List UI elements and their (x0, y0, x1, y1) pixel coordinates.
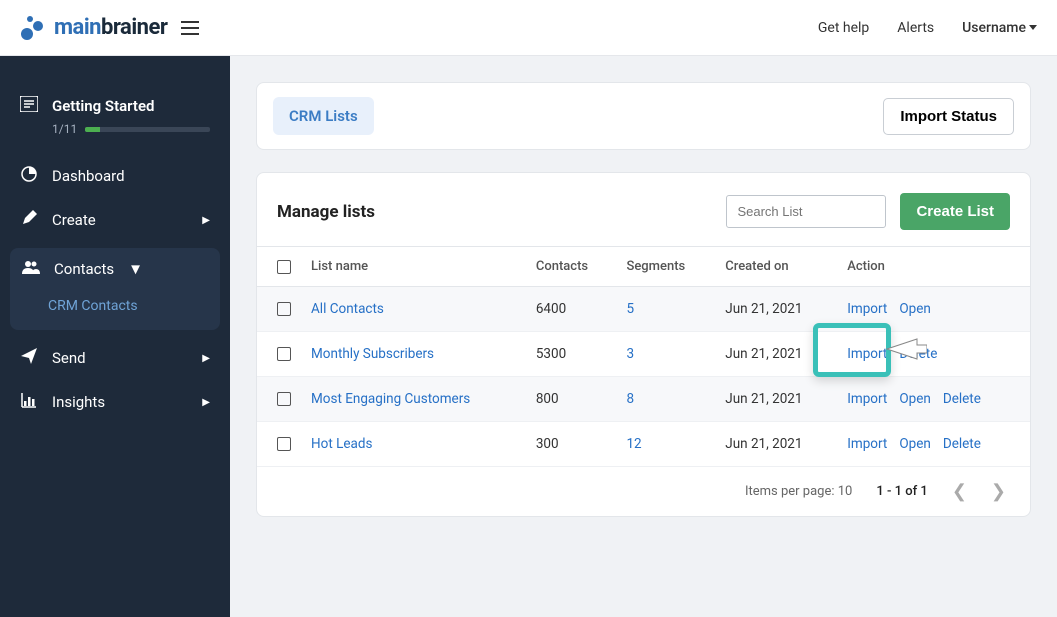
username-dropdown[interactable]: Username (962, 20, 1037, 36)
sidebar-item-create[interactable]: Create ▶ (0, 198, 230, 242)
contacts-cell: 300 (526, 422, 617, 467)
created-cell: Jun 21, 2021 (715, 287, 837, 332)
select-all-checkbox[interactable] (277, 260, 291, 274)
search-input[interactable] (726, 195, 886, 228)
col-created-on: Created on (715, 247, 837, 287)
page-range: 1 - 1 of 1 (876, 484, 927, 499)
list-name-link[interactable]: Hot Leads (311, 436, 372, 452)
open-action[interactable]: Open (899, 436, 930, 452)
col-contacts: Contacts (526, 247, 617, 287)
chevron-right-icon: ▶ (202, 397, 210, 408)
crm-lists-tab[interactable]: CRM Lists (273, 97, 374, 135)
header-card: CRM Lists Import Status (256, 82, 1031, 150)
col-segments: Segments (616, 247, 715, 287)
dashboard-icon (20, 166, 38, 186)
prev-page-button[interactable]: ❮ (952, 481, 967, 502)
chevron-down-icon: ▼ (128, 260, 143, 278)
create-list-button[interactable]: Create List (900, 193, 1010, 230)
open-action[interactable]: Open (899, 391, 930, 407)
sidebar-item-contacts[interactable]: Contacts ▼ (10, 248, 220, 290)
chevron-right-icon: ▶ (202, 215, 210, 226)
import-action[interactable]: Import (847, 436, 887, 452)
dashboard-label: Dashboard (52, 167, 125, 185)
row-checkbox[interactable] (277, 392, 291, 406)
delete-action[interactable]: Delete (899, 346, 937, 362)
contacts-cell: 5300 (526, 332, 617, 377)
sidebar-contacts-group: Contacts ▼ CRM Contacts (10, 248, 220, 330)
table-row: Monthly Subscribers 5300 3 Jun 21, 2021 Impo… (257, 332, 1030, 377)
pagination: Items per page: 10 1 - 1 of 1 ❮ ❯ (257, 467, 1030, 516)
contacts-cell: 6400 (526, 287, 617, 332)
manage-lists-card: Manage lists Create List List name Conta… (256, 172, 1031, 517)
segments-link[interactable]: 12 (626, 436, 641, 452)
insights-label: Insights (52, 393, 105, 411)
import-action[interactable]: Import (847, 301, 887, 317)
segments-link[interactable]: 5 (626, 301, 634, 317)
created-cell: Jun 21, 2021 (715, 377, 837, 422)
pencil-icon (20, 210, 38, 230)
created-cell: Jun 21, 2021 (715, 332, 837, 377)
getting-started-label: Getting Started (52, 97, 154, 115)
main-content: CRM Lists Import Status Manage lists Cre… (230, 56, 1057, 617)
created-cell: Jun 21, 2021 (715, 422, 837, 467)
progress-count: 1/11 (52, 122, 77, 136)
lists-table: List name Contacts Segments Created on A… (257, 246, 1030, 467)
delete-action[interactable]: Delete (943, 391, 981, 407)
next-page-button[interactable]: ❯ (991, 481, 1006, 502)
segments-link[interactable]: 3 (626, 346, 634, 362)
send-label: Send (52, 349, 86, 367)
contacts-cell: 800 (526, 377, 617, 422)
get-help-link[interactable]: Get help (818, 20, 869, 36)
segments-link[interactable]: 8 (626, 391, 634, 407)
topbar-right: Get help Alerts Username (818, 20, 1037, 36)
open-action[interactable]: Open (899, 301, 930, 317)
sidebar-item-insights[interactable]: Insights ▶ (0, 380, 230, 424)
manage-lists-title: Manage lists (277, 202, 375, 222)
hamburger-icon[interactable] (181, 21, 199, 35)
logo[interactable]: mainbrainer (20, 14, 167, 42)
row-checkbox[interactable] (277, 347, 291, 361)
contacts-label: Contacts (54, 260, 114, 278)
sidebar: Getting Started 1/11 Dashboard Create ▶ (0, 56, 230, 617)
table-row: Most Engaging Customers 800 8 Jun 21, 2021 I… (257, 377, 1030, 422)
progress-bar (85, 127, 210, 132)
topbar: mainbrainer Get help Alerts Username (0, 0, 1057, 56)
send-icon (20, 348, 38, 368)
logo-dots-icon (20, 14, 48, 42)
import-action[interactable]: Import (847, 391, 887, 407)
chart-icon (20, 392, 38, 412)
list-name-link[interactable]: Most Engaging Customers (311, 391, 470, 407)
table-row: All Contacts 6400 5 Jun 21, 2021 Import Open (257, 287, 1030, 332)
col-list-name: List name (301, 247, 526, 287)
users-icon (22, 260, 40, 278)
import-status-button[interactable]: Import Status (883, 98, 1014, 135)
alerts-link[interactable]: Alerts (897, 20, 934, 36)
create-label: Create (52, 211, 96, 229)
row-checkbox[interactable] (277, 302, 291, 316)
sidebar-item-send[interactable]: Send ▶ (0, 336, 230, 380)
logo-area: mainbrainer (20, 14, 199, 42)
list-name-link[interactable]: All Contacts (311, 301, 384, 317)
chevron-down-icon (1029, 25, 1037, 30)
sidebar-getting-started[interactable]: Getting Started 1/11 (0, 82, 230, 154)
import-action[interactable]: Import (847, 346, 887, 362)
chevron-right-icon: ▶ (202, 353, 210, 364)
table-row: Hot Leads 300 12 Jun 21, 2021 Import Open Dele… (257, 422, 1030, 467)
sidebar-item-dashboard[interactable]: Dashboard (0, 154, 230, 198)
sidebar-item-crm-contacts[interactable]: CRM Contacts (10, 290, 220, 322)
list-name-link[interactable]: Monthly Subscribers (311, 346, 434, 362)
delete-action[interactable]: Delete (943, 436, 981, 452)
list-icon (20, 96, 38, 116)
row-checkbox[interactable] (277, 437, 291, 451)
items-per-page: Items per page: 10 (745, 484, 852, 499)
logo-text: mainbrainer (54, 15, 167, 40)
col-action: Action (837, 247, 1030, 287)
